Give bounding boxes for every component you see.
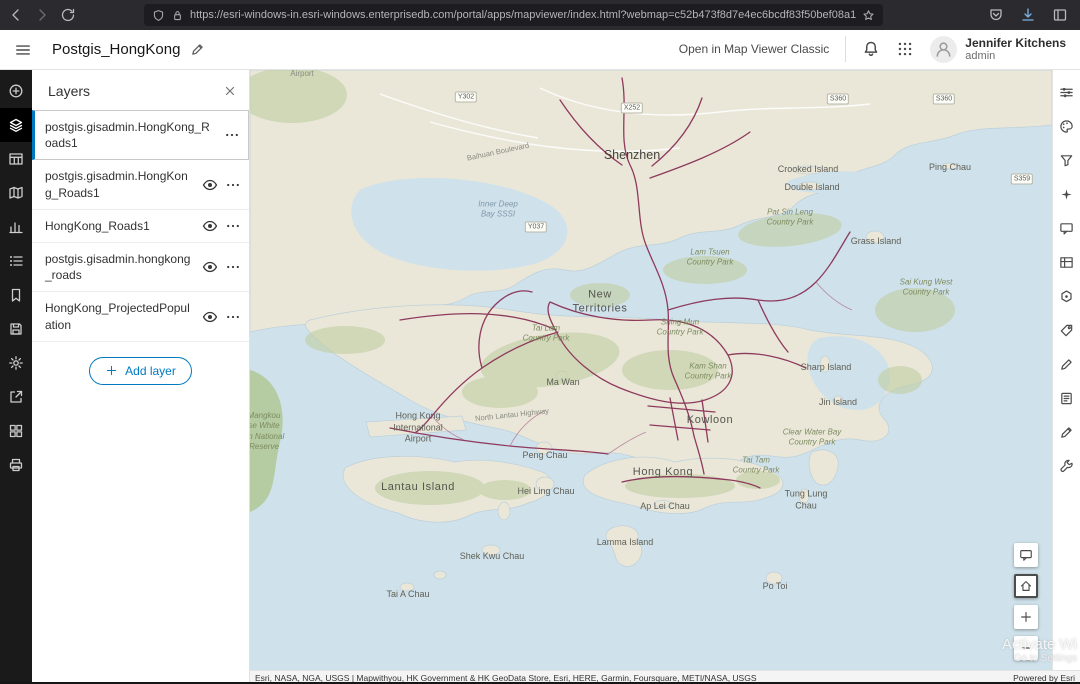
layer-label: postgis.gisadmin.HongKong_Roads1 [45, 168, 195, 200]
download-icon[interactable] [1020, 7, 1036, 23]
add-icon[interactable] [0, 74, 32, 108]
forms-icon[interactable] [1053, 381, 1080, 415]
user-role: admin [965, 50, 1066, 63]
layer-options-icon[interactable] [224, 127, 240, 143]
hamburger-menu-icon[interactable] [14, 41, 32, 59]
browser-actions [988, 7, 1072, 23]
map-title: Postgis_HongKong [52, 41, 180, 58]
app-header: Postgis_HongKong Open in Map Viewer Clas… [0, 30, 1080, 70]
url-text[interactable]: https://esri-windows-in.esri-windows.ent… [190, 9, 856, 21]
user-menu[interactable]: Jennifer Kitchens admin [930, 36, 1066, 64]
basemap-icon[interactable] [0, 176, 32, 210]
save-icon[interactable] [0, 312, 32, 346]
bookmark-star-icon[interactable] [862, 9, 875, 22]
sketch-icon[interactable] [1053, 347, 1080, 381]
layer-options-icon[interactable] [225, 259, 241, 275]
map-canvas[interactable]: AirportBaihuan BoulevardShenzhenPing Cha… [250, 70, 1052, 684]
open-classic-link[interactable]: Open in Map Viewer Classic [679, 42, 830, 56]
edit-icon[interactable] [1053, 415, 1080, 449]
edit-title-icon[interactable] [190, 42, 205, 57]
popups-icon[interactable] [1053, 211, 1080, 245]
layer-list-item[interactable]: postgis.gisadmin.hongkong_roads [32, 243, 249, 292]
avatar[interactable] [930, 36, 957, 63]
browser-toolbar: https://esri-windows-in.esri-windows.ent… [0, 0, 1080, 30]
divider [845, 36, 846, 62]
left-rail [0, 70, 32, 684]
comment-button[interactable] [1014, 543, 1038, 567]
settings-icon[interactable] [0, 346, 32, 380]
home-button[interactable] [1014, 574, 1038, 598]
workspace: Layers postgis.gisadmin.HongKong_Roads1p… [0, 70, 1080, 684]
bookmarks-icon[interactable] [0, 278, 32, 312]
layer-label: HongKong_ProjectedPopulation [45, 300, 195, 332]
layers-panel: Layers postgis.gisadmin.HongKong_Roads1p… [32, 70, 250, 684]
effects-icon[interactable] [1053, 177, 1080, 211]
refresh-icon[interactable] [60, 7, 76, 23]
powered-by-esri: Powered by Esri [1013, 673, 1075, 683]
zoom-in-button[interactable] [1014, 605, 1038, 629]
apps-icon[interactable] [0, 414, 32, 448]
add-layer-button[interactable]: Add layer [89, 357, 192, 385]
layer-options-icon[interactable] [225, 177, 241, 193]
aggregation-icon[interactable] [1053, 279, 1080, 313]
user-name: Jennifer Kitchens [965, 36, 1066, 50]
layer-list-item[interactable]: postgis.gisadmin.HongKong_Roads1 [32, 110, 249, 160]
map-controls [1014, 543, 1038, 660]
layer-options-icon[interactable] [225, 218, 241, 234]
basemap-image [250, 70, 1052, 670]
layer-label: HongKong_Roads1 [45, 218, 195, 234]
layer-options-icon[interactable] [225, 309, 241, 325]
right-rail [1052, 70, 1080, 684]
print-icon[interactable] [0, 448, 32, 482]
zoom-out-button[interactable] [1014, 636, 1038, 660]
visibility-eye-icon[interactable] [202, 177, 218, 193]
app-launcher-icon[interactable] [896, 40, 914, 58]
visibility-eye-icon[interactable] [202, 259, 218, 275]
analysis-icon[interactable] [1053, 449, 1080, 483]
share-icon[interactable] [0, 380, 32, 414]
close-icon[interactable] [223, 84, 237, 98]
properties-icon[interactable] [1053, 75, 1080, 109]
legend-icon[interactable] [0, 244, 32, 278]
plus-icon [105, 364, 118, 377]
layer-list-item[interactable]: HongKong_Roads1 [32, 210, 249, 243]
back-icon[interactable] [8, 7, 24, 23]
labels-icon[interactable] [1053, 313, 1080, 347]
filter-icon[interactable] [1053, 143, 1080, 177]
attribution-text: Esri, NASA, NGA, USGS | Mapwithyou, HK G… [255, 673, 757, 683]
styles-icon[interactable] [1053, 109, 1080, 143]
forward-icon[interactable] [34, 7, 50, 23]
table-icon[interactable] [0, 142, 32, 176]
address-bar[interactable]: https://esri-windows-in.esri-windows.ent… [144, 4, 883, 26]
layers-panel-title: Layers [48, 83, 90, 99]
fields-icon[interactable] [1053, 245, 1080, 279]
visibility-eye-icon[interactable] [202, 218, 218, 234]
layer-list: postgis.gisadmin.HongKong_Roads1 postgis.… [32, 110, 249, 342]
charts-icon[interactable] [0, 210, 32, 244]
notifications-bell-icon[interactable] [862, 40, 880, 58]
app-window: https://esri-windows-in.esri-windows.ent… [0, 0, 1080, 684]
layer-label: postgis.gisadmin.hongkong_roads [45, 251, 195, 283]
pocket-icon[interactable] [988, 7, 1004, 23]
lock-icon[interactable] [171, 9, 184, 22]
layers-icon[interactable] [0, 108, 32, 142]
layer-label: postgis.gisadmin.HongKong_Roads1 [45, 119, 217, 151]
layer-list-item[interactable]: HongKong_ProjectedPopulation [32, 292, 249, 341]
layer-list-item[interactable]: postgis.gisadmin.HongKong_Roads1 [32, 160, 249, 209]
sidebar-icon[interactable] [1052, 7, 1068, 23]
shield-icon[interactable] [152, 9, 165, 22]
visibility-eye-icon[interactable] [202, 309, 218, 325]
